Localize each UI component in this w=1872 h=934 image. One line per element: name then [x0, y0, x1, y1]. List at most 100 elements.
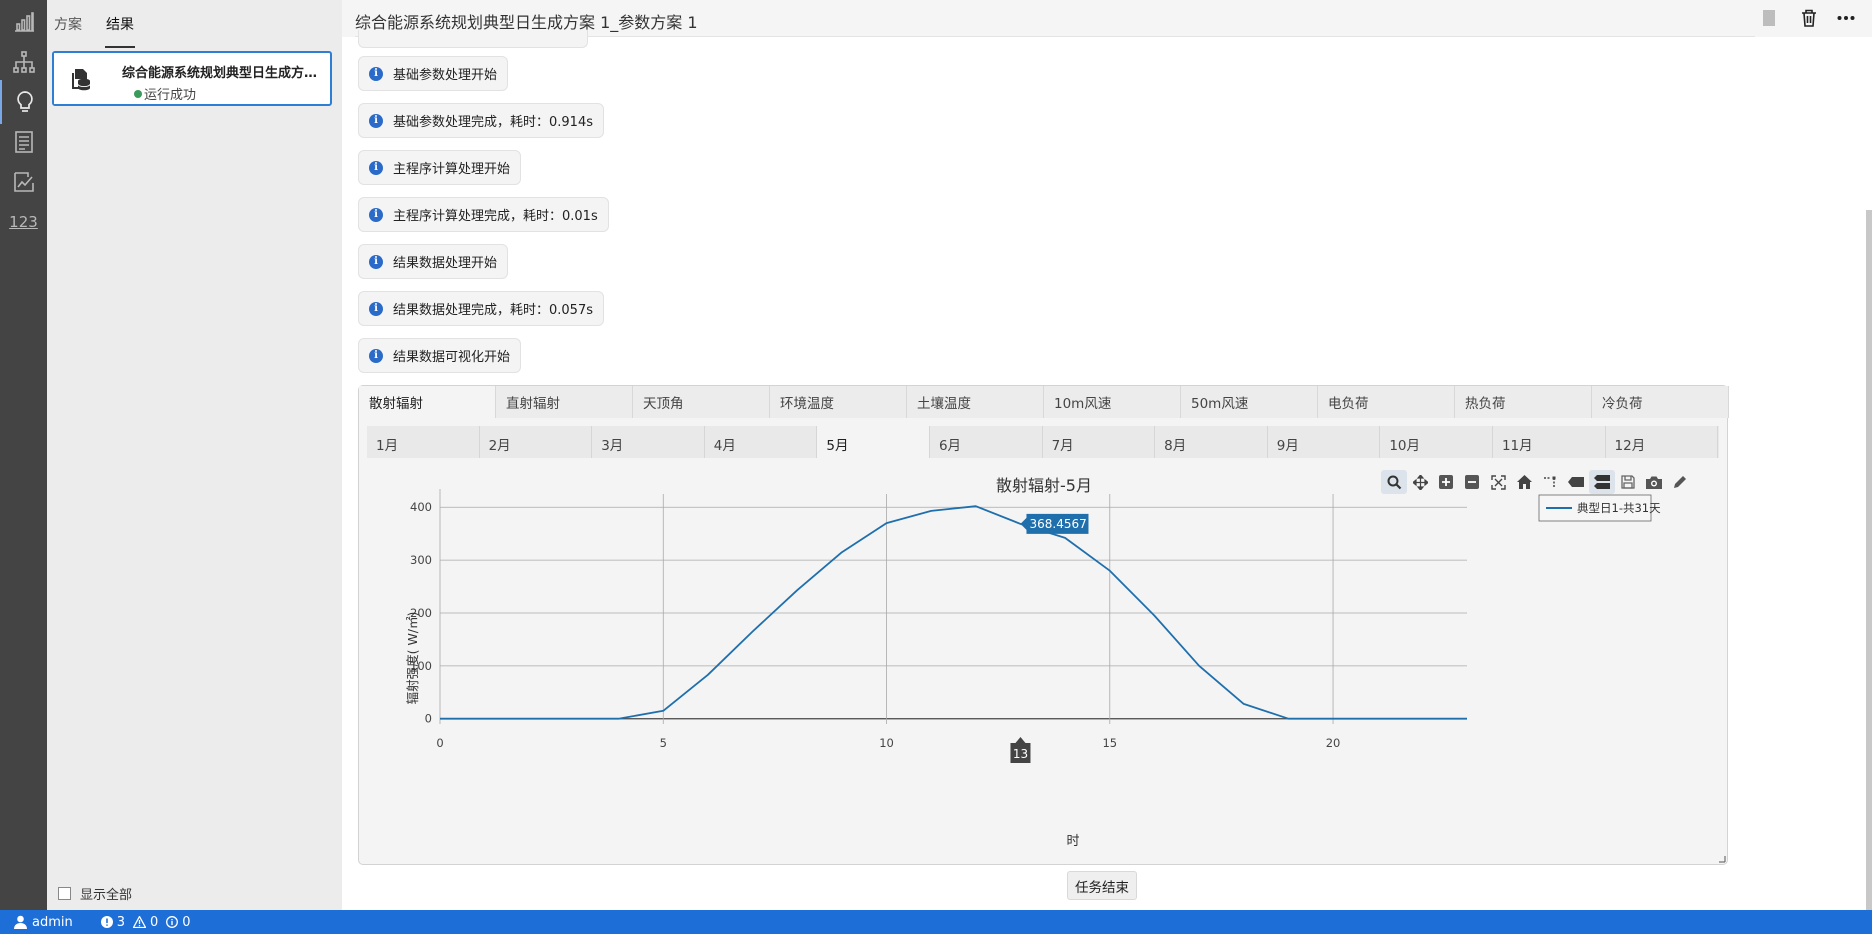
save-button[interactable] — [1615, 470, 1641, 494]
result-card-icon-box — [54, 53, 107, 104]
info-circle-icon — [166, 916, 179, 928]
pencil-icon — [1674, 476, 1686, 488]
activity-item-hierarchy[interactable] — [0, 40, 47, 84]
show-all-label: 显示全部 — [80, 888, 133, 903]
autoscale-button[interactable] — [1485, 470, 1511, 494]
document-list-icon — [14, 131, 33, 153]
stop-icon — [1763, 10, 1775, 26]
chart-series — [440, 505, 1467, 720]
edit-chart-icon — [13, 172, 34, 192]
tab-results[interactable]: 结果 — [106, 14, 134, 34]
pan-icon — [1412, 474, 1428, 490]
log-message: i 结果数据处理开始 — [358, 244, 509, 279]
log-text: 主程序计算处理完成，耗时：0.01s — [393, 209, 598, 224]
hover-tooltip: 368.4567 13 — [1010, 513, 1089, 763]
main-scrollbar[interactable] — [1866, 210, 1872, 910]
more-button[interactable] — [1836, 8, 1856, 28]
info-icon: i — [369, 66, 383, 81]
activity-item-results[interactable] — [0, 80, 47, 124]
activity-item-numbers[interactable]: 123 — [0, 200, 47, 244]
zoom-in-icon — [1439, 475, 1453, 489]
legend-label: 典型日1-共31天 — [1577, 501, 1661, 515]
info-icon: i — [369, 301, 383, 316]
error-icon — [100, 916, 113, 928]
camera-button[interactable] — [1641, 470, 1667, 494]
tab-plans[interactable]: 方案 — [54, 14, 82, 34]
activity-item-edit-chart[interactable] — [0, 160, 47, 204]
show-all-checkbox[interactable]: 显示全部 — [58, 884, 132, 903]
warning-icon — [133, 916, 147, 928]
error-count-text: 3 — [116, 914, 126, 930]
x-tick-label: 0 — [436, 736, 443, 750]
log-message: i 基础参数处理完成，耗时：0.914s — [358, 103, 604, 138]
home-icon — [1516, 475, 1532, 489]
delete-button[interactable] — [1799, 8, 1819, 28]
chart-panel: 散射辐射 直射辐射 天顶角 环境温度 土壤温度 10m风速 50m风速 电负荷 热负荷 冷负荷 1… — [358, 385, 1729, 865]
app-window: 123 方案 结果 综合能源系统规划典型日生成方案 1_参数方案 1 运行成功 … — [0, 0, 1872, 934]
hover-value-label: 368.4567 — [1029, 517, 1086, 531]
y-tick-label: 0 — [425, 712, 432, 726]
hover-compare-button[interactable] — [1589, 470, 1615, 494]
log-message: i 结果数据可视化开始 — [358, 338, 522, 373]
x-tick-label: 15 — [1102, 736, 1117, 750]
more-icon — [1837, 16, 1855, 20]
x-tick-label: 5 — [660, 736, 667, 750]
username: admin — [32, 914, 73, 930]
info-icon: i — [369, 348, 383, 363]
legend[interactable]: 典型日1-共31天 — [1538, 494, 1661, 522]
status-bar: admin 3 0 0 — [0, 910, 1872, 934]
pencil-button[interactable] — [1667, 470, 1693, 494]
x-axis-label: 时 — [1066, 834, 1079, 849]
log-text: 主程序计算处理开始 — [393, 162, 511, 177]
log-message: i 结果数据处理完成，耗时：0.057s — [358, 291, 604, 326]
error-count[interactable]: 3 — [100, 914, 126, 930]
log-text: 结果数据可视化开始 — [393, 350, 511, 365]
zoom-in-button[interactable] — [1433, 470, 1459, 494]
status-text: 运行成功 — [144, 88, 197, 103]
camera-icon — [1646, 476, 1662, 489]
log-message: i 主程序计算处理完成，耗时：0.01s — [358, 197, 609, 232]
checkbox-box[interactable] — [58, 887, 71, 900]
resize-handle[interactable] — [1719, 856, 1726, 863]
hover-compare-icon — [1594, 475, 1610, 489]
zoom-out-button[interactable] — [1459, 470, 1485, 494]
chart-title: 散射辐射-5月 — [996, 476, 1092, 495]
side-panel: 方案 结果 — [47, 0, 342, 910]
hover-closest-icon — [1568, 477, 1584, 487]
series-line — [440, 505, 1467, 720]
main-area: 综合能源系统规划典型日生成方案 1_参数方案 1 i 基础参数处理开始 i 基础参数… — [342, 0, 1872, 910]
log-text: 结果数据处理完成，耗时：0.057s — [393, 303, 593, 318]
chart-grid — [439, 489, 1467, 724]
lightbulb-icon — [16, 91, 33, 112]
x-tick-label: 10 — [879, 736, 894, 750]
result-card[interactable]: 综合能源系统规划典型日生成方案 1_参数方案 1 运行成功 — [52, 51, 332, 106]
log-message: i 主程序计算处理开始 — [358, 150, 522, 185]
pan-button[interactable] — [1407, 470, 1433, 494]
stop-button[interactable] — [1759, 8, 1779, 28]
log-text: 基础参数处理完成，耗时：0.914s — [393, 115, 593, 130]
zoom-icon — [1387, 475, 1401, 489]
log-message: i 基础参数处理开始 — [358, 56, 509, 91]
activity-bar: 123 — [0, 0, 47, 910]
y-tick-label: 400 — [410, 500, 432, 514]
user-icon — [14, 915, 27, 929]
hover-closest-button[interactable] — [1563, 470, 1589, 494]
y-axis-label: 辐射强度( W/㎡) — [405, 612, 420, 705]
home-button[interactable] — [1511, 470, 1537, 494]
line-chart[interactable]: 散射辐射-5月 01002003004000 5 10 15 20 时 辐射强度( W/… — [359, 386, 1727, 864]
trash-icon — [1802, 9, 1816, 27]
log-text: 基础参数处理开始 — [393, 68, 498, 83]
activity-item-charts[interactable] — [0, 0, 47, 44]
user-info[interactable]: admin — [14, 915, 73, 930]
task-end-button[interactable]: 任务结束 — [1067, 871, 1137, 900]
warning-count[interactable]: 0 — [133, 915, 158, 930]
zoom-button[interactable] — [1381, 470, 1407, 494]
info-icon: i — [369, 207, 383, 222]
y-tick-label: 300 — [410, 553, 432, 567]
database-files-icon — [71, 68, 90, 90]
spike-lines-button[interactable] — [1537, 470, 1563, 494]
result-card-title: 综合能源系统规划典型日生成方案 1_参数方案 1 — [122, 66, 322, 81]
activity-item-documents[interactable] — [0, 120, 47, 164]
info-count[interactable]: 0 — [166, 915, 191, 930]
save-icon — [1621, 475, 1635, 489]
